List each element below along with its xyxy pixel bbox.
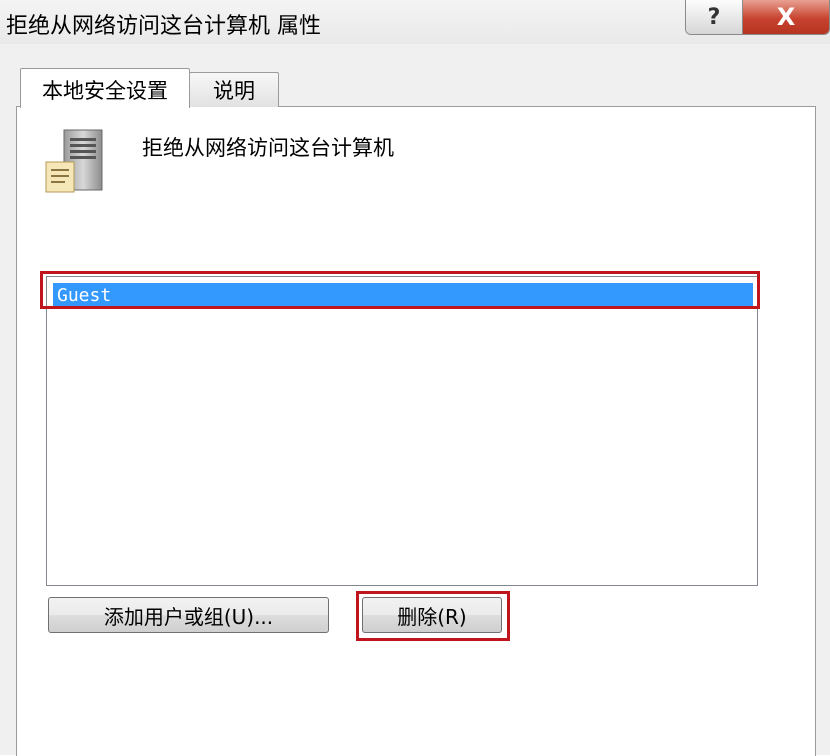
window-controls: ? X <box>685 0 830 35</box>
remove-button[interactable]: 删除(R) <box>362 597 502 633</box>
help-button[interactable]: ? <box>686 0 743 34</box>
accounts-list[interactable]: Guest <box>46 276 758 586</box>
help-icon: ? <box>707 4 721 30</box>
close-button[interactable]: X <box>743 0 829 34</box>
policy-name: 拒绝从网络访问这台计算机 <box>142 136 394 160</box>
window-title: 拒绝从网络访问这台计算机 属性 <box>6 14 321 39</box>
tab-explain[interactable]: 说明 <box>189 72 279 107</box>
tab-local-security-setting[interactable]: 本地安全设置 <box>20 68 190 108</box>
tab-label: 本地安全设置 <box>42 78 168 103</box>
add-user-or-group-button[interactable]: 添加用户或组(U)... <box>48 597 329 633</box>
tab-label: 说明 <box>213 79 255 103</box>
list-item[interactable]: Guest <box>53 283 753 309</box>
title-bar: 拒绝从网络访问这台计算机 属性 ? X <box>0 0 830 44</box>
server-policy-icon <box>45 129 103 193</box>
close-icon: X <box>776 3 796 31</box>
